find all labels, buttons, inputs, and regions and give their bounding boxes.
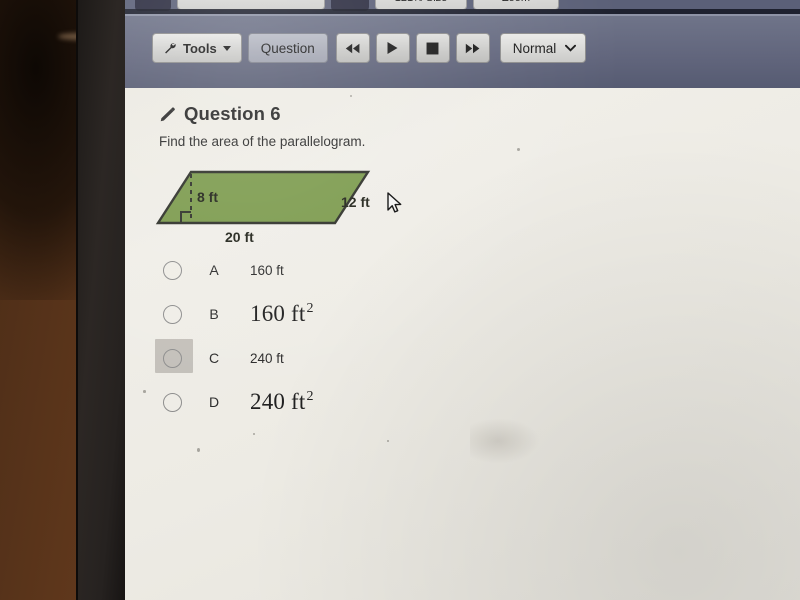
radio-option-d[interactable] [163,392,182,412]
option-row-b[interactable]: B 160 ft2 [159,292,489,336]
option-row-d[interactable]: D 240 ft2 [159,380,489,424]
option-value-b-exponent: 2 [306,301,314,317]
photo-of-laptop-screen: 121% Size Zoom Tools Question [0,0,800,600]
option-value-d: 240 ft2 [250,389,314,415]
laptop-bezel [78,0,125,600]
toolbar-button-row: Tools Question Normal [152,33,587,63]
rewind-button[interactable] [335,33,370,63]
option-value-b-base: 160 ft [250,301,306,326]
option-letter-d: D [208,394,220,410]
fast-forward-icon [465,42,481,55]
screen-speck [143,390,146,393]
play-icon [386,41,399,55]
option-letter-b: B [209,306,219,322]
mode-select[interactable]: Normal [499,33,587,63]
main-toolbar: Tools Question Normal [125,14,800,88]
option-value-b: 160 ft2 [250,301,314,327]
page-title: Question 6 [184,103,281,124]
play-button[interactable] [375,33,410,63]
pencil-icon [159,106,176,123]
stop-icon [426,42,439,55]
height-label: 8 ft [197,189,218,205]
question-button[interactable]: Question [247,33,328,63]
radio-option-c[interactable] [163,348,182,368]
screen-speck [387,440,389,442]
radio-option-a[interactable] [163,260,182,280]
chevron-down-icon [222,45,231,51]
option-value-a: 160 ft [250,262,284,278]
question-button-label: Question [260,40,315,56]
chevron-down-icon [565,44,577,52]
secondary-toolbar: 121% Size Zoom [125,0,800,14]
option-value-d-exponent: 2 [306,389,314,405]
tools-button[interactable]: Tools [152,33,242,63]
tools-button-label: Tools [183,40,217,56]
option-letter-a: A [209,262,219,278]
radio-option-b[interactable] [163,304,182,324]
screen-speck [517,148,520,151]
question-page: Question 6 Find the area of the parallel… [125,88,800,600]
question-prompt: Find the area of the parallelogram. [159,134,366,149]
screen-speck [253,433,255,435]
mode-select-value: Normal [512,40,557,56]
base-label: 20 ft [225,229,254,245]
parallelogram-figure: 8 ft 12 ft 20 ft [153,160,393,250]
side-label: 12 ft [341,194,370,210]
option-row-a[interactable]: A 160 ft [159,248,489,292]
parallelogram-shape [155,170,371,225]
option-letter-c: C [208,350,220,366]
application-screen: 121% Size Zoom Tools Question [125,0,800,600]
rewind-icon [345,42,361,55]
option-row-c[interactable]: C 240 ft [155,336,489,380]
stop-button[interactable] [415,33,450,63]
screen-speck [350,95,352,97]
fast-forward-button[interactable] [455,33,490,63]
answer-options-list: A 160 ft B 160 ft2 C 240 ft D 240 ft2 [155,248,489,424]
screen-speck [197,448,200,452]
option-value-d-base: 240 ft [250,389,306,414]
screen-smudge [470,418,540,464]
option-value-c: 240 ft [250,350,284,366]
question-header: Question 6 [159,103,281,125]
wrench-icon [163,41,177,55]
